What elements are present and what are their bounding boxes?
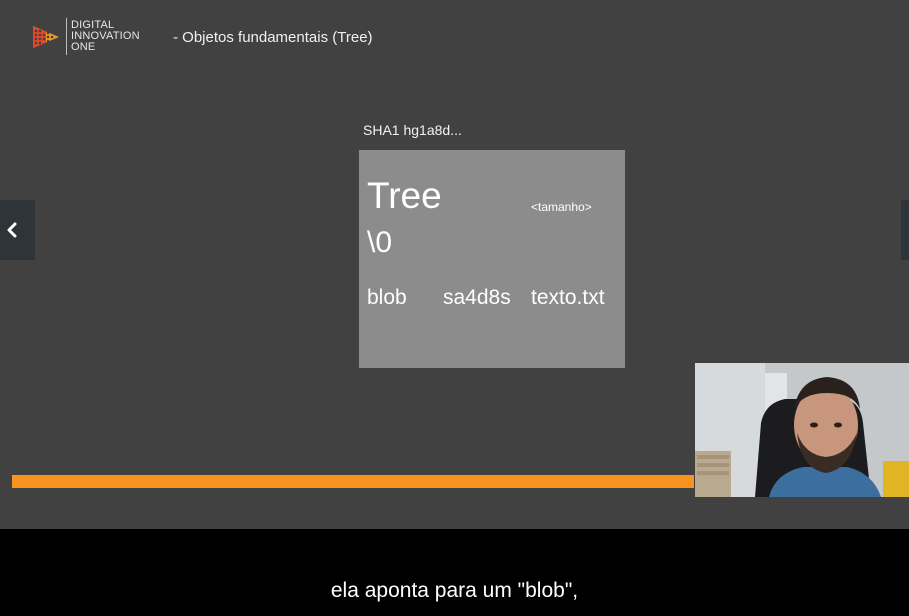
digital-innovation-one-logo-icon	[33, 26, 59, 48]
subtitle-text: ela aponta para um "blob",	[330, 579, 579, 602]
logo-divider	[66, 18, 67, 55]
slide-title: - Objetos fundamentais (Tree)	[173, 29, 373, 46]
logo-line-3: ONE	[71, 41, 96, 53]
tree-entry-filename: texto.txt	[531, 286, 605, 309]
chevron-left-icon	[7, 222, 17, 238]
presenter-video-image	[695, 363, 909, 497]
sha-label: SHA1 hg1a8d...	[363, 122, 462, 138]
chevron-right-icon	[901, 200, 909, 260]
previous-slide-button[interactable]	[0, 200, 35, 260]
logo-wordmark: DIGITAL INNOVATION ONE	[71, 20, 140, 53]
tree-entry-hash: sa4d8s	[443, 286, 511, 309]
progress-bar-fill	[12, 475, 694, 488]
tree-entry-type: blob	[367, 286, 407, 309]
next-slide-button[interactable]	[901, 200, 909, 260]
video-player: DIGITAL INNOVATION ONE - Objetos fundame…	[0, 0, 909, 529]
tree-size-label: <tamanho>	[531, 200, 592, 214]
tree-null-terminator: \0	[367, 226, 393, 259]
presenter-webcam	[695, 363, 909, 497]
subtitle-bar: ela aponta para um "blob",	[0, 529, 909, 616]
tree-heading: Tree	[367, 175, 442, 216]
tree-object-box: Tree <tamanho> \0 blob sa4d8s texto.txt	[359, 150, 625, 368]
